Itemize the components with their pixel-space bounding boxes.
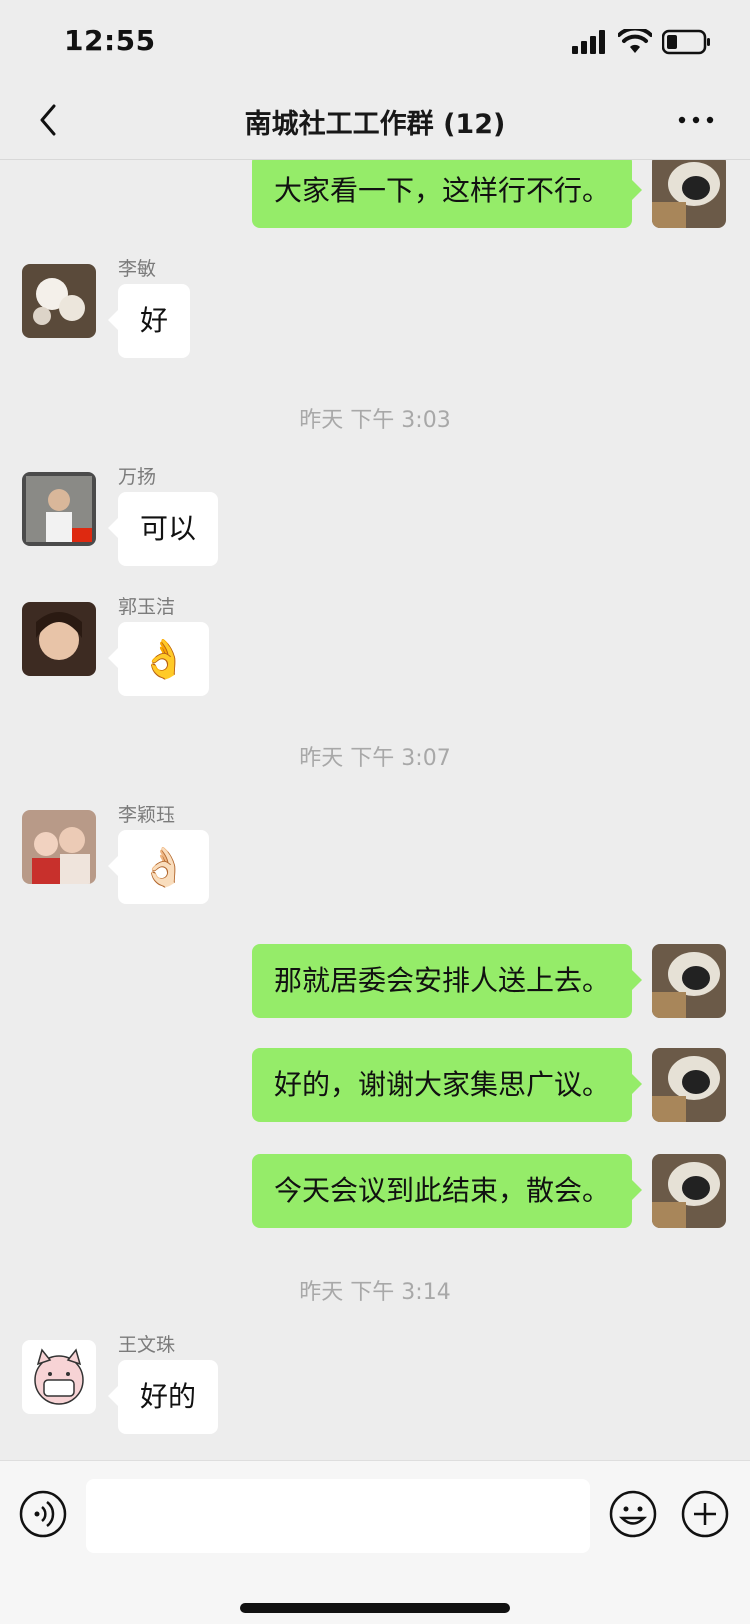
input-bar	[0, 1460, 750, 1624]
plus-icon[interactable]	[680, 1489, 730, 1539]
timestamp: 昨天 下午 3:07	[299, 746, 451, 771]
message-row: 王文珠 好的	[0, 1330, 750, 1442]
wifi-icon	[618, 29, 652, 53]
status-time: 12:55	[64, 24, 156, 57]
message-row: 大家看一下，这样行不行。	[0, 160, 750, 234]
sender-name: 王文珠	[118, 1334, 176, 1356]
status-icons	[572, 28, 712, 56]
sender-avatar[interactable]	[22, 1340, 96, 1414]
sender-avatar[interactable]	[22, 472, 96, 546]
message-row: 李敏 好	[0, 254, 750, 366]
message-bubble[interactable]: 好的	[107, 1360, 219, 1434]
signal-icon	[572, 30, 605, 54]
status-bar: 12:55	[0, 0, 750, 80]
more-icon[interactable]	[676, 102, 716, 138]
message-bubble[interactable]: 今天会议到此结束，散会。	[251, 1154, 643, 1228]
message-bubble[interactable]: 好	[107, 284, 191, 358]
self-avatar[interactable]	[652, 1048, 726, 1122]
sender-avatar[interactable]	[22, 264, 96, 338]
message-bubble[interactable]: 大家看一下，这样行不行。	[251, 160, 643, 228]
sender-name: 万扬	[118, 466, 157, 488]
timestamp: 昨天 下午 3:14	[299, 1280, 451, 1305]
self-avatar[interactable]	[652, 1154, 726, 1228]
message-row: 万扬 可以	[0, 462, 750, 574]
self-avatar[interactable]	[652, 160, 726, 228]
self-avatar[interactable]	[652, 944, 726, 1018]
chat-title: 南城社工工作群 (12)	[244, 109, 506, 140]
nav-bar: 南城社工工作群 (12)	[0, 80, 750, 160]
message-bubble[interactable]: 可以	[107, 492, 219, 566]
message-bubble[interactable]: 那就居委会安排人送上去。	[251, 944, 643, 1018]
voice-icon[interactable]	[18, 1489, 68, 1539]
message-input[interactable]	[86, 1479, 590, 1553]
chat-area[interactable]: 大家看一下，这样行不行。 李敏 好 昨天 下午 3:03 万扬 可以 郭玉洁 👌…	[0, 160, 750, 1460]
timestamp: 昨天 下午 3:03	[299, 408, 451, 433]
message-row: 好的，谢谢大家集思广议。	[0, 1048, 750, 1128]
sender-name: 李敏	[118, 258, 157, 280]
sender-avatar[interactable]	[22, 810, 96, 884]
battery-icon	[662, 29, 710, 55]
sender-name: 郭玉洁	[118, 596, 176, 618]
message-bubble[interactable]: 👌🏻	[107, 830, 210, 904]
message-bubble[interactable]: 👌	[107, 622, 210, 696]
sender-avatar[interactable]	[22, 602, 96, 676]
message-row: 郭玉洁 👌	[0, 592, 750, 704]
home-indicator	[240, 1603, 510, 1613]
emoji-icon[interactable]	[608, 1489, 658, 1539]
sender-name: 李颖珏	[118, 804, 176, 826]
message-bubble[interactable]: 好的，谢谢大家集思广议。	[251, 1048, 643, 1122]
message-row: 那就居委会安排人送上去。	[0, 944, 750, 1024]
message-row: 李颖珏 👌🏻	[0, 800, 750, 912]
message-row: 今天会议到此结束，散会。	[0, 1154, 750, 1234]
